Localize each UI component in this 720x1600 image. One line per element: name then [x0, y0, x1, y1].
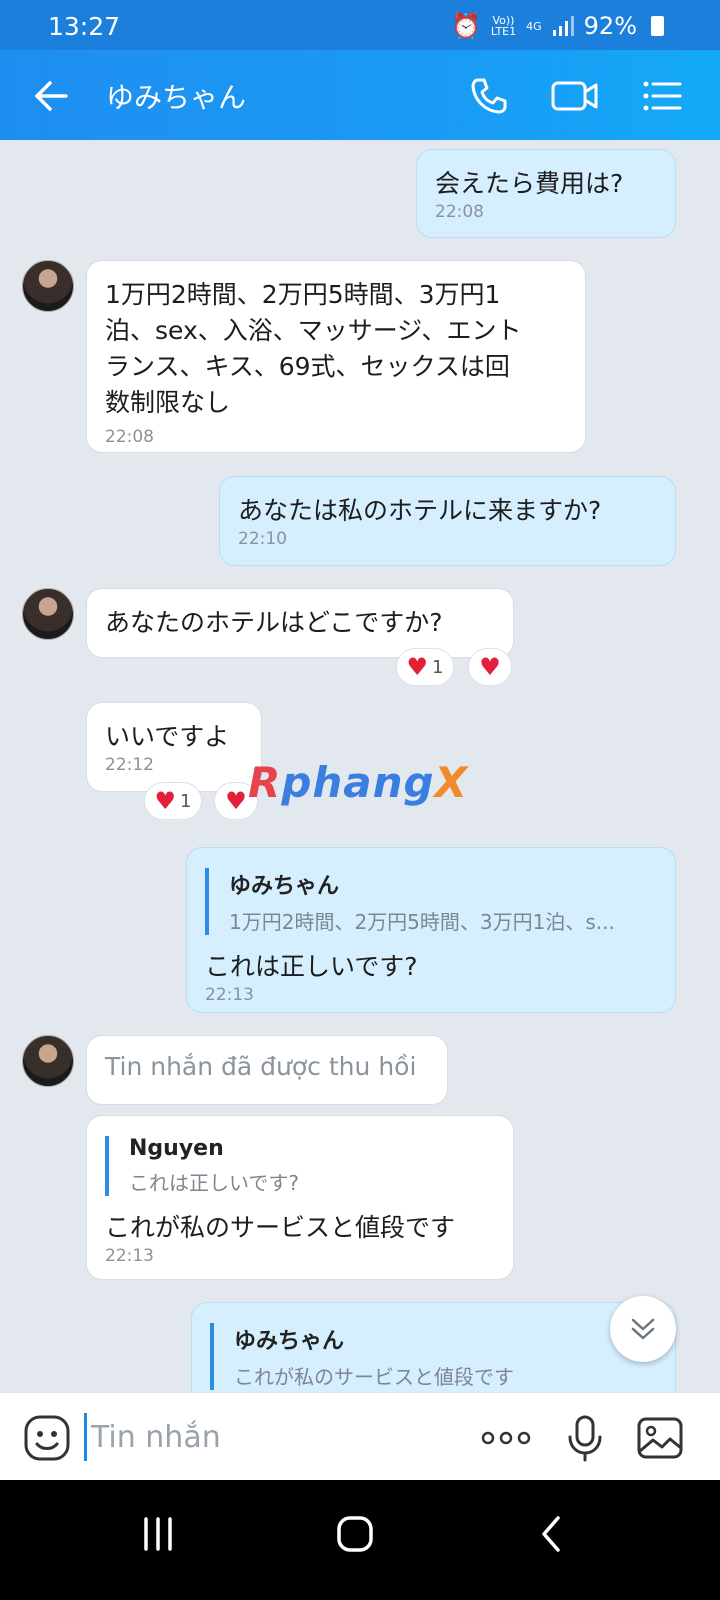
nav-back-icon[interactable] [522, 1504, 582, 1564]
message-text: 1万円2時間、2万円5時間、3万円1 泊、sex、入浴、マッサージ、エント ラン… [105, 280, 522, 417]
avatar[interactable] [22, 1035, 74, 1087]
scroll-down-icon [631, 1318, 655, 1340]
reaction-summary[interactable]: ♥ 1 [144, 782, 202, 820]
reaction-count: 1 [432, 656, 444, 678]
scroll-down-button[interactable] [610, 1296, 676, 1362]
quote-sender: ゆみちゃん [229, 874, 340, 899]
signal-icon [552, 16, 574, 36]
quoted-message[interactable]: Nguyen これは正しいです? [105, 1136, 495, 1196]
message-text: 会えたら費用は? [435, 169, 624, 198]
status-icons: ⏰ Vo)) LTE1 4G 92% [451, 12, 664, 40]
message-time: 22:08 [105, 427, 154, 447]
back-arrow-icon[interactable] [30, 74, 74, 118]
incoming-message[interactable]: 1万円2時間、2万円5時間、3万円1 泊、sex、入浴、マッサージ、エント ラン… [86, 260, 586, 453]
message-text: あなたは私のホテルに来ますか? [238, 496, 602, 525]
image-icon[interactable] [636, 1413, 684, 1463]
menu-list-icon[interactable] [640, 74, 684, 118]
chat-header: ゆみちゃん [0, 50, 720, 140]
message-text: いいですよ [105, 722, 230, 751]
avatar[interactable] [22, 588, 74, 640]
message-time: 22:10 [238, 529, 287, 549]
outgoing-message-reply[interactable]: ゆみちゃん 1万円2時間、2万円5時間、3万円1泊、s... これは正しいです?… [186, 847, 676, 1013]
more-options-icon[interactable] [480, 1413, 532, 1463]
status-time: 13:27 [48, 12, 121, 41]
outgoing-message[interactable]: 会えたら費用は? 22:08 [416, 149, 676, 238]
incoming-message-reply[interactable]: Nguyen これは正しいです? これが私のサービスと値段です 22:13 [86, 1115, 514, 1280]
emoji-sticker-icon[interactable] [22, 1413, 72, 1463]
message-time: 22:08 [435, 202, 484, 222]
quote-text: これは正しいです? [129, 1171, 300, 1195]
battery-icon [651, 16, 664, 36]
battery-percent: 92% [583, 12, 637, 40]
reaction-summary[interactable]: ♥ 1 [396, 648, 454, 686]
message-composer [0, 1392, 720, 1480]
watermark-logo: RphangX [248, 758, 469, 807]
add-reaction-button[interactable]: ♥ [468, 648, 512, 686]
home-icon[interactable] [325, 1504, 385, 1564]
heart-icon: ♥ [406, 653, 429, 681]
quote-sender: Nguyen [129, 1136, 224, 1161]
video-call-icon[interactable] [550, 74, 600, 118]
recent-apps-icon[interactable] [128, 1504, 188, 1564]
message-time: 22:12 [105, 755, 154, 775]
quote-text: 1万円2時間、2万円5時間、3万円1泊、s... [229, 910, 615, 934]
message-time: 22:13 [205, 985, 254, 1005]
microphone-icon[interactable] [560, 1413, 610, 1463]
network-type: 4G [526, 19, 542, 33]
message-text: これは正しいです? [205, 952, 418, 981]
incoming-message[interactable]: いいですよ 22:12 [86, 702, 262, 792]
recalled-message[interactable]: Tin nhắn đã được thu hồi [86, 1035, 448, 1105]
message-text: あなたのホテルはどこですか? [105, 608, 443, 637]
reaction-count: 1 [180, 790, 192, 812]
volte-indicator: Vo)) LTE1 [490, 14, 517, 38]
phone-icon[interactable] [466, 74, 510, 118]
heart-icon: ♥ [479, 653, 501, 681]
quote-sender: ゆみちゃん [234, 1329, 345, 1354]
status-bar: 13:27 ⏰ Vo)) LTE1 4G 92% [0, 0, 720, 50]
message-time: 22:13 [105, 1246, 154, 1266]
alarm-icon: ⏰ [450, 12, 481, 40]
message-text: これが私のサービスと値段です [105, 1213, 456, 1242]
quoted-message[interactable]: ゆみちゃん 1万円2時間、2万円5時間、3万円1泊、s... [205, 868, 657, 935]
outgoing-message[interactable]: あなたは私のホテルに来ますか? 22:10 [219, 476, 676, 566]
incoming-message[interactable]: あなたのホテルはどこですか? [86, 588, 514, 658]
system-navigation-bar [0, 1480, 720, 1600]
recalled-notice: Tin nhắn đã được thu hồi [105, 1052, 417, 1081]
heart-icon: ♥ [154, 787, 177, 815]
quoted-message[interactable]: ゆみちゃん これが私のサービスと値段です [210, 1323, 657, 1390]
quote-text: これが私のサービスと値段です [234, 1365, 514, 1389]
heart-icon: ♥ [225, 787, 247, 815]
message-input[interactable] [84, 1413, 454, 1461]
avatar[interactable] [22, 260, 74, 312]
chat-title[interactable]: ゆみちゃん [106, 76, 246, 116]
